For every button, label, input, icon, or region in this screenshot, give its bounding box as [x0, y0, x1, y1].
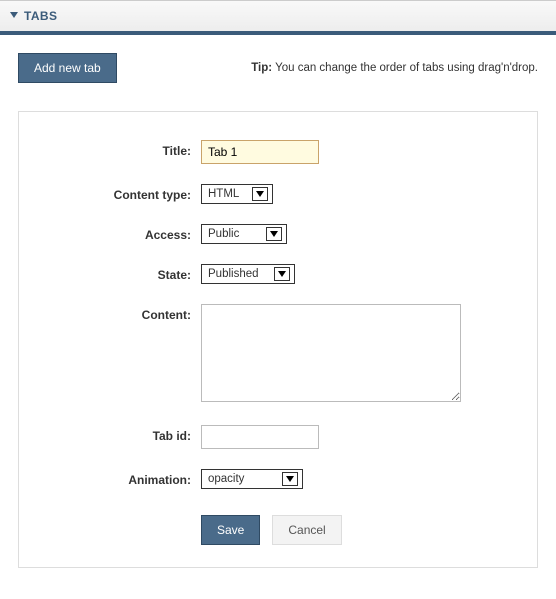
content-type-value: HTML	[208, 188, 239, 200]
panel-header[interactable]: TABS	[0, 0, 556, 31]
save-button[interactable]: Save	[201, 515, 260, 545]
animation-label: Animation:	[33, 469, 201, 487]
title-input[interactable]	[201, 140, 319, 164]
chevron-down-icon	[252, 187, 268, 201]
animation-select[interactable]: opacity	[201, 469, 303, 489]
chevron-down-icon	[282, 472, 298, 486]
tabid-input[interactable]	[201, 425, 319, 449]
tab-form: Title: Content type: HTML Access: Public	[18, 111, 538, 568]
add-new-tab-button[interactable]: Add new tab	[18, 53, 117, 83]
state-value: Published	[208, 268, 259, 280]
access-label: Access:	[33, 224, 201, 242]
tabid-label: Tab id:	[33, 425, 201, 443]
access-value: Public	[208, 228, 239, 240]
access-select[interactable]: Public	[201, 224, 287, 244]
title-label: Title:	[33, 140, 201, 158]
animation-value: opacity	[208, 473, 244, 485]
cancel-button[interactable]: Cancel	[272, 515, 341, 545]
chevron-down-icon	[266, 227, 282, 241]
content-textarea[interactable]	[201, 304, 461, 402]
collapse-icon	[10, 12, 18, 20]
content-label: Content:	[33, 304, 201, 322]
content-type-select[interactable]: HTML	[201, 184, 273, 204]
content-type-label: Content type:	[33, 184, 201, 202]
tip-text: Tip: You can change the order of tabs us…	[251, 62, 538, 74]
state-select[interactable]: Published	[201, 264, 295, 284]
state-label: State:	[33, 264, 201, 282]
chevron-down-icon	[274, 267, 290, 281]
panel-title: TABS	[24, 9, 57, 23]
